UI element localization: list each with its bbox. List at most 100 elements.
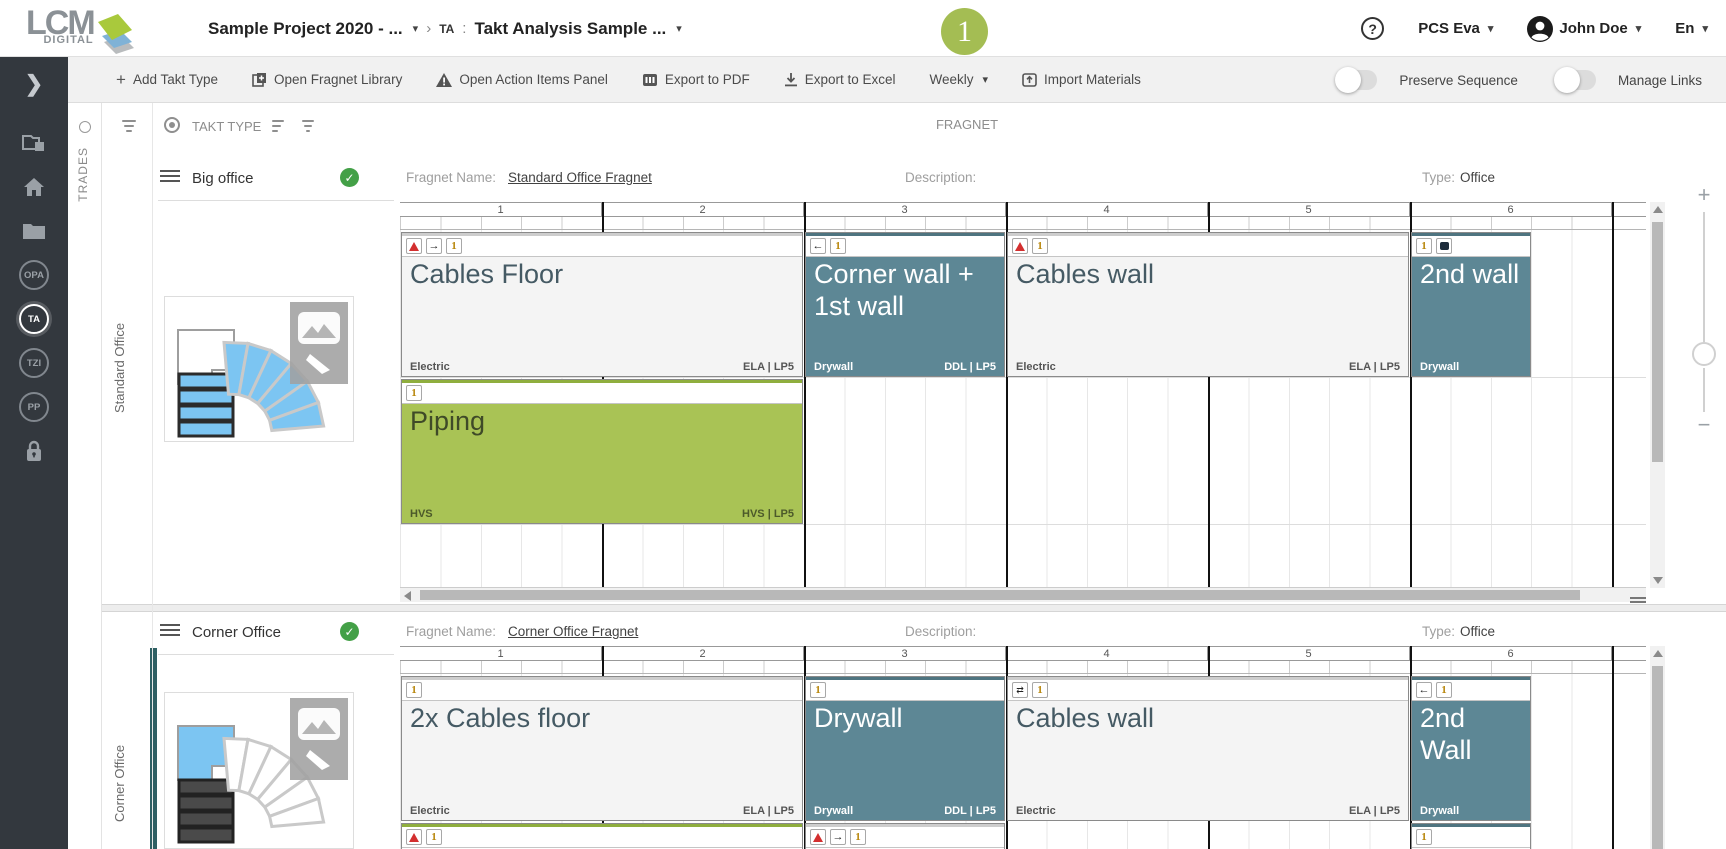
task-card[interactable]: 1 2nd wall Drywall (1411, 232, 1531, 377)
week-header-cell (1612, 203, 1646, 218)
trades-panel-collapsed[interactable]: TRADES (68, 103, 102, 849)
toggle-knob[interactable] (1553, 67, 1580, 93)
task-card[interactable]: ← 1 2nd Wall Drywall (1411, 676, 1531, 821)
user-menu[interactable]: John Doe ▾ (1527, 15, 1641, 42)
arrow-right-icon[interactable]: → (426, 238, 442, 254)
crew-count-icon[interactable]: 1 (1032, 682, 1048, 698)
horizontal-scrollbar[interactable] (400, 588, 1646, 602)
scroll-up-arrow-icon[interactable] (1652, 650, 1663, 657)
crew-count-icon[interactable]: 1 (810, 682, 826, 698)
task-card[interactable]: 1 Piping HVS HVS | LP5 (401, 379, 803, 524)
breadcrumb-project[interactable]: Sample Project 2020 - ... (208, 19, 403, 39)
vertical-scrollbar[interactable] (1650, 202, 1665, 588)
sidebar-item-opa[interactable]: OPA (0, 253, 68, 297)
week-header-cell: 2 (602, 203, 804, 218)
crew-count-icon[interactable]: 1 (850, 829, 866, 845)
toggle-knob[interactable] (1335, 67, 1362, 93)
manage-links-toggle[interactable] (1553, 67, 1596, 93)
interval-dropdown[interactable]: Weekly ▾ (930, 72, 989, 87)
sidebar-item-pp[interactable]: PP (0, 385, 68, 429)
crew-count-icon[interactable]: 1 (1416, 829, 1432, 845)
vertical-scrollbar-thumb[interactable] (1652, 666, 1663, 849)
floor-plan-thumbnail[interactable] (164, 692, 354, 849)
fragnet-name-link[interactable]: Standard Office Fragnet (508, 170, 652, 185)
drag-handle-icon[interactable] (160, 624, 180, 638)
swap-icon[interactable]: ⇄ (1012, 682, 1028, 698)
crew-count-icon[interactable]: 1 (426, 829, 442, 845)
arrow-left-icon[interactable]: ← (810, 238, 826, 254)
workspace-menu[interactable]: PCS Eva ▾ (1418, 20, 1493, 37)
horizontal-scrollbar-thumb[interactable] (420, 590, 1580, 600)
warning-icon[interactable] (810, 829, 826, 845)
breadcrumb-view-title[interactable]: Takt Analysis Sample ... (474, 19, 666, 39)
crew-count-icon[interactable]: 1 (1032, 238, 1048, 254)
zoom-slider-track[interactable] (1703, 212, 1705, 342)
crew-count-icon[interactable]: 1 (406, 682, 422, 698)
zoom-slider-handle[interactable] (1692, 342, 1716, 366)
open-fragnet-library-button[interactable]: Open Fragnet Library (252, 72, 402, 87)
task-card[interactable]: → 1 Cables Floor Electric ELA | LP5 (401, 232, 803, 377)
export-excel-button[interactable]: Export to Excel (784, 72, 896, 87)
floor-plan-thumbnail[interactable] (164, 296, 354, 442)
app-logo[interactable]: LCM DIGITAL (26, 6, 140, 56)
task-card[interactable]: 1 (1411, 823, 1531, 849)
annotation-badge: 1 (941, 8, 988, 55)
open-action-items-button[interactable]: Open Action Items Panel (436, 72, 608, 87)
fragnet-name-link[interactable]: Corner Office Fragnet (508, 624, 638, 639)
drag-handle-icon[interactable] (160, 170, 180, 184)
caret-down-icon[interactable]: ▾ (413, 22, 419, 35)
add-takt-type-button[interactable]: + Add Takt Type (116, 70, 218, 90)
sort-icon[interactable] (272, 120, 284, 135)
vertical-scrollbar[interactable] (1650, 646, 1665, 849)
vertical-scrollbar-thumb[interactable] (1652, 222, 1663, 462)
task-card[interactable]: ← 1 Corner wall + 1st wall Drywall DDL |… (805, 232, 1005, 377)
crew-count-icon[interactable]: 1 (830, 238, 846, 254)
task-card[interactable]: ⇄ 1 Cables wall Electric ELA | LP5 (1007, 676, 1409, 821)
scroll-up-arrow-icon[interactable] (1652, 206, 1663, 213)
crew-count-icon[interactable]: 1 (1436, 682, 1452, 698)
import-materials-button[interactable]: Import Materials (1022, 72, 1141, 87)
sidebar-item-home[interactable] (0, 165, 68, 209)
arrow-left-icon[interactable]: ← (1416, 682, 1432, 698)
export-excel-label: Export to Excel (804, 72, 896, 87)
sidebar-item-lock[interactable] (0, 429, 68, 473)
task-card[interactable]: 1 (401, 823, 803, 849)
task-card[interactable]: 1 Drywall Drywall DDL | LP5 (805, 676, 1005, 821)
language-menu[interactable]: En ▾ (1675, 20, 1708, 37)
filter-icon[interactable] (302, 120, 314, 135)
help-icon[interactable]: ? (1361, 17, 1385, 40)
preserve-sequence-toggle[interactable] (1335, 67, 1378, 93)
caret-down-icon[interactable]: ▾ (676, 22, 682, 35)
resize-handle-icon[interactable] (1630, 597, 1646, 604)
takt-type-name[interactable]: Corner Office (192, 624, 281, 641)
takt-type-name[interactable]: Big office (192, 170, 253, 187)
comment-icon[interactable] (1436, 238, 1452, 254)
sidebar-item-ta[interactable]: TA (0, 297, 68, 341)
caret-down-icon: ▾ (982, 74, 989, 86)
scroll-left-arrow-icon[interactable] (404, 591, 411, 601)
task-card[interactable]: 1 2x Cables floor Electric ELA | LP5 (401, 676, 803, 821)
task-card[interactable]: 1 Cables wall Electric ELA | LP5 (1007, 232, 1409, 377)
crew-count-icon[interactable]: 1 (446, 238, 462, 254)
task-card[interactable]: → 1 (805, 823, 1005, 849)
zoom-slider-track[interactable] (1703, 368, 1705, 412)
zoom-out-button[interactable]: − (1686, 412, 1722, 438)
scroll-down-arrow-icon[interactable] (1653, 577, 1663, 584)
takt-row-big-office: Big office ✓ Fragnet Name: Standard Offi… (100, 148, 1726, 604)
sidebar-item-tzi[interactable]: TZI (0, 341, 68, 385)
sidebar-item-folder[interactable] (0, 209, 68, 253)
zoom-in-button[interactable]: + (1686, 182, 1722, 208)
export-pdf-button[interactable]: Export to PDF (642, 72, 750, 87)
crew-count-icon[interactable]: 1 (406, 385, 422, 401)
warning-icon[interactable] (1012, 238, 1028, 254)
sidebar-item-projects[interactable] (0, 121, 68, 165)
sidebar-expand-button[interactable]: ❯ (25, 71, 43, 97)
takt-type-radio-icon[interactable] (164, 117, 180, 133)
filter-icon[interactable] (122, 120, 136, 135)
warning-icon[interactable] (406, 829, 422, 845)
user-name: John Doe (1559, 20, 1628, 37)
arrow-right-icon[interactable]: → (830, 829, 846, 845)
crew-count-icon[interactable]: 1 (1416, 238, 1432, 254)
manage-links-label: Manage Links (1617, 72, 1702, 88)
warning-icon[interactable] (406, 238, 422, 254)
